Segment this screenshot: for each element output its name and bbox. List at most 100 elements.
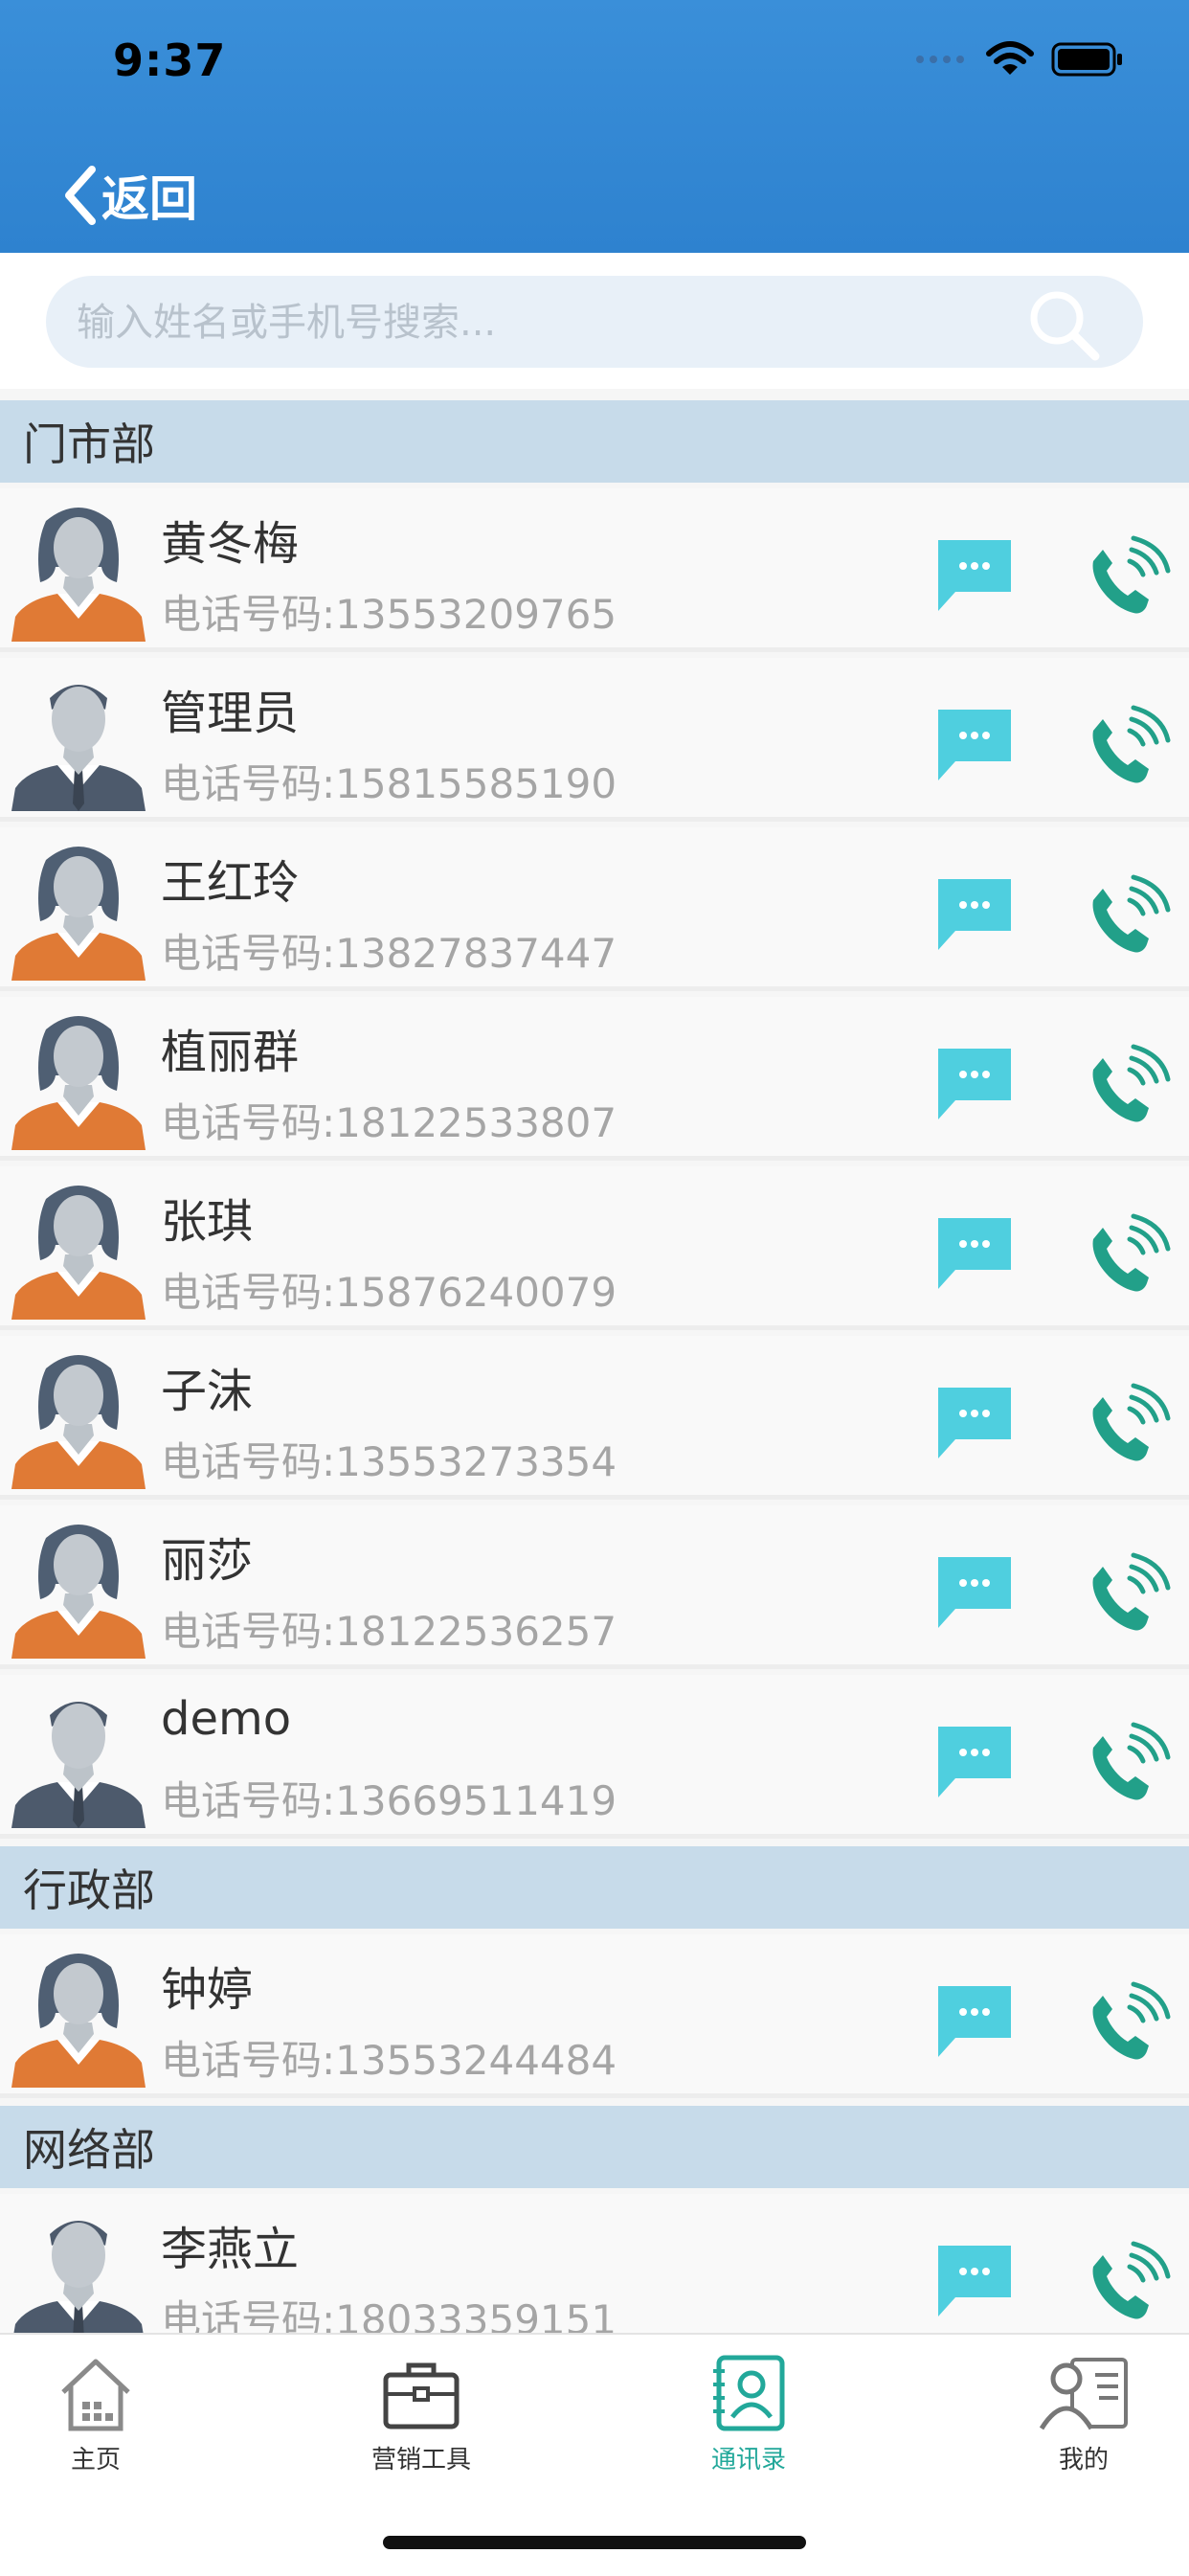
contact-name: demo — [161, 1692, 292, 1746]
briefcase-icon — [383, 2362, 460, 2429]
contact-row[interactable]: 植丽群 电话号码:18122533807 — [0, 997, 1189, 1161]
search-icon[interactable] — [1024, 285, 1105, 366]
section-title: 门市部 — [23, 418, 155, 470]
contact-phone: 电话号码:13553209765 — [161, 591, 617, 638]
female-avatar-icon — [11, 1186, 146, 1320]
contact-phone: 电话号码:15876240079 — [161, 1269, 617, 1316]
message-icon[interactable] — [934, 1214, 1015, 1291]
profile-icon — [1039, 2358, 1128, 2430]
tab-home[interactable]: 主页 — [0, 2354, 191, 2475]
status-indicators — [915, 40, 1124, 79]
avatar — [8, 1347, 149, 1489]
message-icon[interactable] — [934, 706, 1015, 782]
contact-name: 李燕立 — [161, 2223, 300, 2276]
contact-phone: 电话号码:13827837447 — [161, 930, 617, 977]
tab-me-label: 我的 — [1058, 2446, 1109, 2474]
contact-row[interactable]: demo 电话号码:13669511419 — [0, 1675, 1189, 1839]
phone-call-icon[interactable] — [1080, 1041, 1172, 1133]
avatar — [8, 1946, 149, 2088]
female-avatar-icon — [11, 508, 146, 642]
section-title: 网络部 — [23, 2124, 155, 2176]
phone-call-icon[interactable] — [1080, 1380, 1172, 1472]
phone-call-icon[interactable] — [1080, 1210, 1172, 1302]
contact-phone: 电话号码:18122536257 — [161, 1608, 617, 1655]
contact-row[interactable]: 张琪 电话号码:15876240079 — [0, 1166, 1189, 1330]
contact-row[interactable]: 管理员 电话号码:15815585190 — [0, 658, 1189, 822]
tab-marketing-tools[interactable]: 营销工具 — [325, 2354, 517, 2475]
section-header: 网络部 — [0, 2106, 1189, 2188]
avatar — [8, 1686, 149, 1828]
male-avatar-icon — [11, 2221, 146, 2347]
avatar — [8, 1008, 149, 1150]
back-button[interactable]: 返回 — [63, 161, 197, 230]
avatar — [8, 2205, 149, 2347]
back-label: 返回 — [101, 171, 197, 227]
search-box[interactable] — [46, 276, 1143, 370]
wifi-icon — [986, 41, 1034, 75]
phone-call-icon[interactable] — [1080, 1978, 1172, 2070]
contact-phone: 电话号码:15815585190 — [161, 760, 617, 807]
female-avatar-icon — [11, 847, 146, 981]
message-icon[interactable] — [934, 536, 1015, 613]
phone-call-icon[interactable] — [1080, 1719, 1172, 1811]
male-avatar-icon — [11, 685, 146, 811]
app-header: 9:37 返回 — [0, 0, 1189, 253]
section-title: 行政部 — [23, 1864, 155, 1916]
message-icon[interactable] — [934, 2242, 1015, 2318]
avatar — [8, 500, 149, 642]
phone-call-icon[interactable] — [1080, 2238, 1172, 2330]
status-time: 9:37 — [113, 34, 227, 86]
battery-icon — [1051, 42, 1122, 77]
contact-phone: 电话号码:13553273354 — [161, 1438, 617, 1485]
male-avatar-icon — [11, 1702, 146, 1828]
contact-row[interactable]: 王红玲 电话号码:13827837447 — [0, 827, 1189, 991]
search-bar-container — [0, 253, 1189, 389]
message-icon[interactable] — [934, 1553, 1015, 1630]
section-header: 门市部 — [0, 400, 1189, 483]
section-header: 行政部 — [0, 1846, 1189, 1929]
home-indicator — [383, 2536, 806, 2549]
avatar — [8, 839, 149, 981]
message-icon[interactable] — [934, 1982, 1015, 2059]
signal-icon — [916, 56, 964, 63]
contact-name: 子沫 — [161, 1365, 254, 1418]
phone-call-icon[interactable] — [1080, 532, 1172, 624]
tab-contacts-label: 通讯录 — [710, 2446, 786, 2474]
contact-phone: 电话号码:13553244484 — [161, 2037, 617, 2084]
contact-phone: 电话号码:13669511419 — [161, 1777, 617, 1824]
female-avatar-icon — [11, 1525, 146, 1659]
phone-call-icon[interactable] — [1080, 871, 1172, 963]
contact-row[interactable]: 子沫 电话号码:13553273354 — [0, 1336, 1189, 1500]
contact-row[interactable]: 丽莎 电话号码:18122536257 — [0, 1505, 1189, 1669]
contact-name: 张琪 — [161, 1195, 254, 1249]
avatar — [8, 1178, 149, 1320]
tab-home-label: 主页 — [70, 2446, 121, 2474]
tab-marketing-tools-label: 营销工具 — [370, 2446, 471, 2474]
contact-name: 植丽群 — [161, 1026, 300, 1079]
phone-call-icon[interactable] — [1080, 702, 1172, 794]
contact-row[interactable]: 钟婷 电话号码:13553244484 — [0, 1934, 1189, 2098]
contacts-icon — [713, 2355, 785, 2431]
home-icon — [61, 2359, 130, 2431]
contact-name: 黄冬梅 — [161, 517, 300, 571]
phone-call-icon[interactable] — [1080, 1549, 1172, 1641]
chevron-left-icon — [65, 166, 96, 225]
search-input[interactable] — [75, 276, 1036, 370]
contact-name: 管理员 — [161, 687, 300, 740]
avatar — [8, 1517, 149, 1659]
female-avatar-icon — [11, 1016, 146, 1150]
message-icon[interactable] — [934, 1045, 1015, 1121]
contact-name: 丽莎 — [161, 1534, 254, 1588]
message-icon[interactable] — [934, 1723, 1015, 1799]
tab-contacts[interactable]: 通讯录 — [653, 2354, 844, 2475]
female-avatar-icon — [11, 1355, 146, 1489]
contact-name: 钟婷 — [161, 1963, 254, 2017]
contact-phone: 电话号码:18122533807 — [161, 1099, 617, 1146]
avatar — [8, 669, 149, 811]
contact-row[interactable]: 黄冬梅 电话号码:13553209765 — [0, 488, 1189, 652]
message-icon[interactable] — [934, 1384, 1015, 1460]
tab-me[interactable]: 我的 — [988, 2354, 1179, 2475]
message-icon[interactable] — [934, 875, 1015, 952]
female-avatar-icon — [11, 1954, 146, 2088]
contact-list: 门市部 黄冬梅 电话号码:13553209765 管理员 电话号码:158155… — [0, 393, 1189, 2358]
